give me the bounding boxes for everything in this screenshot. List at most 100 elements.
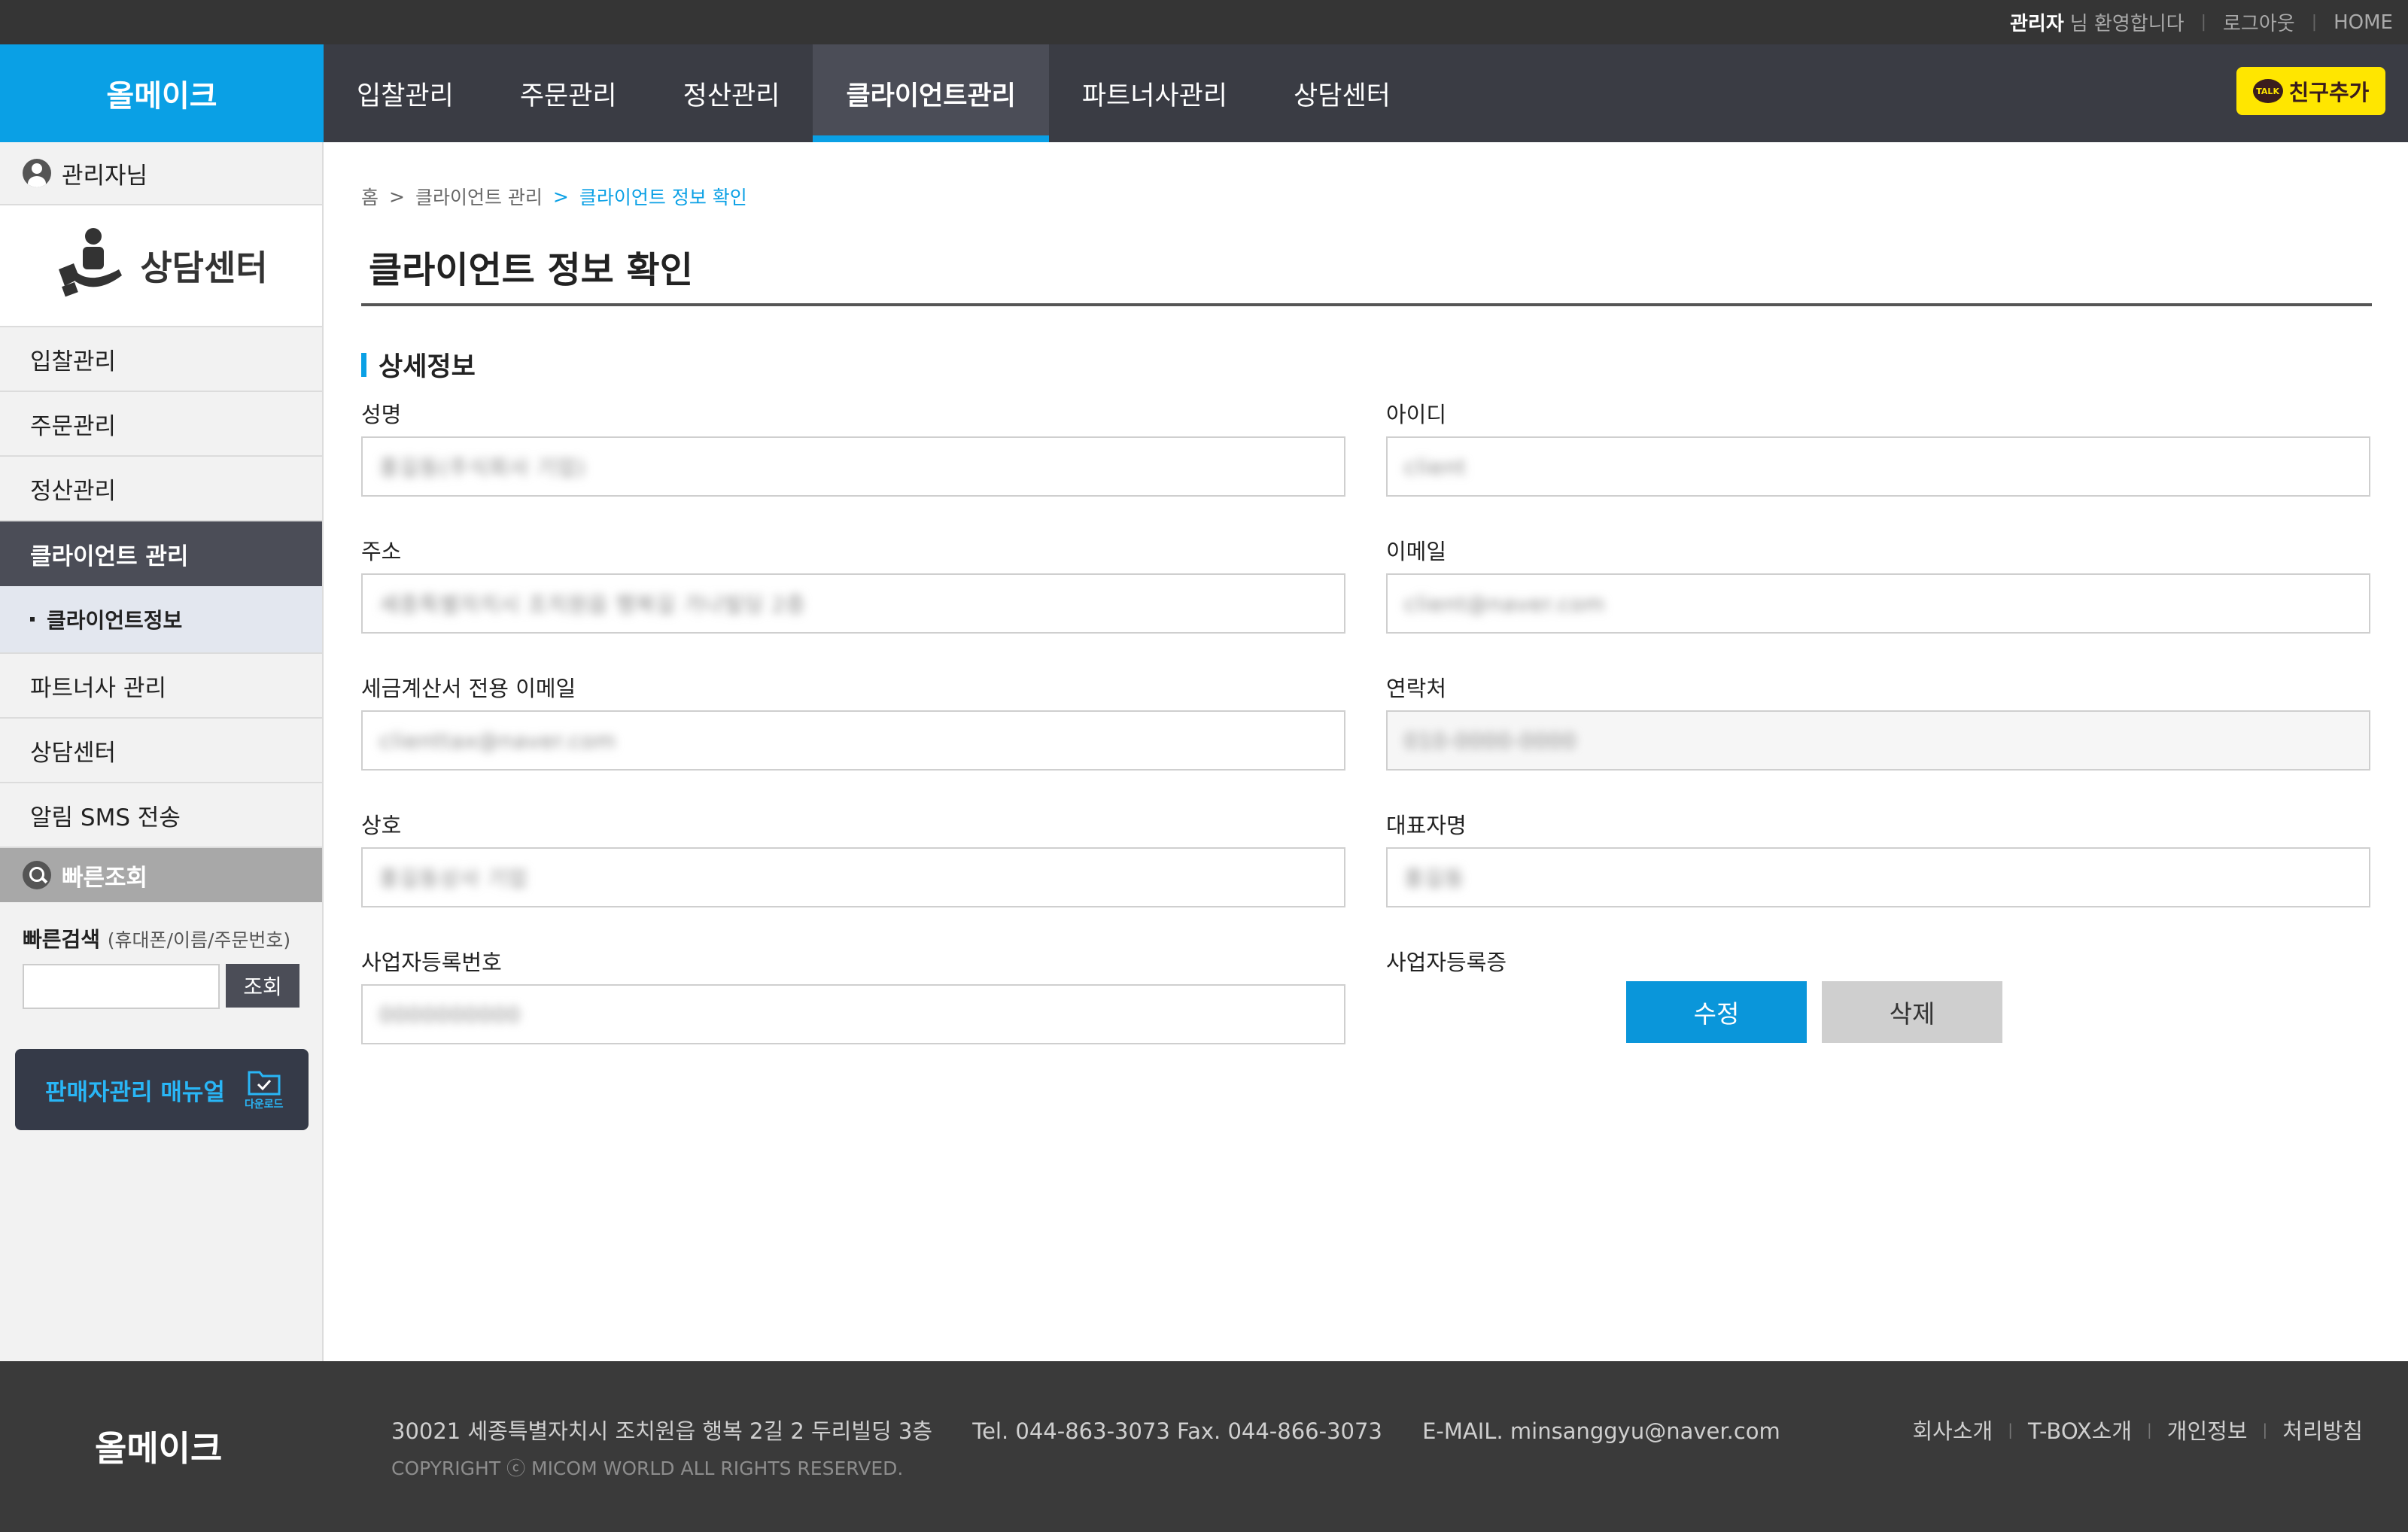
footer: 올메이크 30021 세종특별자치시 조치원읍 행복 2길 2 두리빌딩 3층 … [0, 1361, 2408, 1532]
address-field: 주소 세종특별자치시 조치원읍 행복길 가나빌딩 2층 [361, 534, 1345, 634]
address-value: 세종특별자치시 조치원읍 행복길 가나빌딩 2층 [379, 592, 806, 617]
section-title-text: 상세정보 [379, 352, 476, 382]
nav-bidding[interactable]: 입찰관리 [324, 44, 487, 142]
company-input[interactable]: 홍길동상사 기업 [361, 847, 1345, 907]
separator: | [2147, 1421, 2152, 1439]
phone-value: 010-0000-0000 [1404, 728, 1577, 753]
quick-search-panel: 빠른검색 (휴대폰/이름/주문번호) 조회 [0, 902, 322, 1032]
id-field: 아이디 client [1386, 397, 2370, 497]
nav-support[interactable]: 상담센터 [1260, 44, 1424, 142]
tax-email-value: clienttax@naver.com [379, 728, 616, 753]
sidebar-user: 관리자님 [0, 142, 322, 205]
nav-partners[interactable]: 파트너사관리 [1049, 44, 1260, 142]
search-icon [23, 861, 51, 889]
bizno-input[interactable]: 0000000000 [361, 984, 1345, 1044]
footer-logo: 올메이크 [95, 1428, 223, 1469]
footer-address: 30021 세종특별자치시 조치원읍 행복 2길 2 두리빌딩 3층 [391, 1418, 933, 1444]
support-person-icon [54, 226, 126, 306]
company-value: 홍길동상사 기업 [379, 866, 528, 891]
greeting-text: 님 환영합니다 [2069, 13, 2185, 35]
nav-clients[interactable]: 클라이언트관리 [813, 44, 1050, 142]
footer-link-privacy[interactable]: 개인정보 [2167, 1414, 2248, 1445]
id-input[interactable]: client [1386, 436, 2370, 497]
action-buttons: 수정 삭제 [1626, 981, 2002, 1043]
kakao-label: 친구추가 [2288, 80, 2370, 105]
bizno-field: 사업자등록번호 0000000000 [361, 945, 1345, 1044]
edit-button[interactable]: 수정 [1626, 981, 1807, 1043]
separator: | [2008, 1421, 2013, 1439]
bullet-icon [30, 617, 35, 622]
kakao-talk-icon: TALK [2252, 79, 2283, 103]
separator: | [2200, 13, 2206, 32]
name-input[interactable]: 홍길동(주식회사 기업) [361, 436, 1345, 497]
name-field: 성명 홍길동(주식회사 기업) [361, 397, 1345, 497]
address-label: 주소 [361, 539, 402, 564]
footer-copyright: COPYRIGHT ⓒ MICOM WORLD ALL RIGHTS RESER… [391, 1458, 904, 1479]
sidebar-title: 상담센터 [0, 205, 322, 327]
sidebar-item-clients[interactable]: 클라이언트 관리 [0, 521, 322, 586]
address-input[interactable]: 세종특별자치시 조치원읍 행복길 가나빌딩 2층 [361, 573, 1345, 634]
name-label: 성명 [361, 402, 402, 427]
sidebar-title-text: 상담센터 [140, 248, 268, 288]
email-input[interactable]: client@naver.com [1386, 573, 2370, 634]
quick-search-row: 조회 [23, 964, 299, 1009]
quick-lookup-header: 빠른조회 [0, 848, 322, 902]
ceo-label: 대표자명 [1386, 813, 1467, 838]
home-link[interactable]: HOME [2334, 11, 2393, 34]
phone-field: 연락처 010-0000-0000 [1386, 671, 2370, 771]
sidebar-subitem-client-info[interactable]: 클라이언트정보 [0, 586, 322, 654]
sidebar-item-bidding[interactable]: 입찰관리 [0, 327, 322, 392]
logo[interactable]: 올메이크 [0, 44, 324, 142]
breadcrumb-clients[interactable]: 클라이언트 관리 [415, 183, 543, 210]
footer-link-company[interactable]: 회사소개 [1912, 1414, 1993, 1445]
manual-download-button[interactable]: 판매자관리 매뉴얼 다운로드 [15, 1049, 309, 1130]
footer-info: 30021 세종특별자치시 조치원읍 행복 2길 2 두리빌딩 3층 Tel. … [391, 1414, 1814, 1445]
ceo-input[interactable]: 홍길동 [1386, 847, 2370, 907]
tax-email-input[interactable]: clienttax@naver.com [361, 710, 1345, 771]
utility-links: 관리자 님 환영합니다 | 로그아웃 | HOME [2010, 0, 2393, 44]
separator: | [2311, 13, 2318, 32]
phone-label: 연락처 [1386, 676, 1447, 701]
main-nav: 입찰관리 주문관리 정산관리 클라이언트관리 파트너사관리 상담센터 [324, 44, 1424, 142]
email-label: 이메일 [1386, 539, 1447, 564]
ceo-value: 홍길동 [1404, 866, 1465, 891]
sidebar-subitem-label: 클라이언트정보 [47, 608, 183, 633]
delete-button[interactable]: 삭제 [1822, 981, 2002, 1043]
header: 올메이크 입찰관리 주문관리 정산관리 클라이언트관리 파트너사관리 상담센터 … [0, 44, 2408, 142]
download-folder-icon: 다운로드 [245, 1068, 283, 1111]
breadcrumb-home[interactable]: 홈 [361, 183, 379, 210]
sidebar-menu: 입찰관리 주문관리 정산관리 클라이언트 관리 클라이언트정보 파트너사 관리 … [0, 327, 322, 848]
sidebar-item-settlement[interactable]: 정산관리 [0, 457, 322, 521]
footer-links: 회사소개 | T-BOX소개 | 개인정보 | 처리방침 [1912, 1414, 2363, 1445]
breadcrumb-separator: > [552, 185, 569, 208]
id-label: 아이디 [1386, 402, 1447, 427]
footer-link-tbox[interactable]: T-BOX소개 [2028, 1414, 2132, 1445]
footer-email: E-MAIL. minsanggyu@naver.com [1422, 1418, 1780, 1444]
phone-input[interactable]: 010-0000-0000 [1386, 710, 2370, 771]
sidebar-item-partners[interactable]: 파트너사 관리 [0, 654, 322, 719]
nav-settlement[interactable]: 정산관리 [650, 44, 813, 142]
bizcert-field: 사업자등록증 [1386, 945, 2370, 984]
detail-form: 성명 홍길동(주식회사 기업) 아이디 client 주소 세종특별자치시 조치… [361, 397, 2372, 1075]
bizcert-label: 사업자등록증 [1386, 950, 1507, 975]
quick-search-hint: (휴대폰/이름/주문번호) [107, 929, 291, 951]
logout-link[interactable]: 로그아웃 [2223, 8, 2295, 36]
breadcrumb-separator: > [389, 185, 405, 208]
quick-search-label: 빠른검색 (휴대폰/이름/주문번호) [23, 923, 299, 953]
company-label: 상호 [361, 813, 402, 838]
company-field: 상호 홍길동상사 기업 [361, 808, 1345, 907]
nav-orders[interactable]: 주문관리 [487, 44, 650, 142]
email-field: 이메일 client@naver.com [1386, 534, 2370, 634]
kakao-add-friend-button[interactable]: TALK 친구추가 [2236, 67, 2385, 115]
sidebar-item-support[interactable]: 상담센터 [0, 719, 322, 783]
sidebar-item-sms[interactable]: 알림 SMS 전송 [0, 783, 322, 848]
quick-search-label-text: 빠른검색 [23, 927, 101, 952]
ceo-field: 대표자명 홍길동 [1386, 808, 2370, 907]
footer-link-policy[interactable]: 처리방침 [2282, 1414, 2363, 1445]
name-value: 홍길동(주식회사 기업) [379, 455, 586, 480]
sidebar-user-label: 관리자님 [62, 162, 148, 190]
quick-search-input[interactable] [23, 964, 220, 1009]
quick-search-button[interactable]: 조회 [226, 964, 299, 1008]
sidebar-item-orders[interactable]: 주문관리 [0, 392, 322, 457]
tax-email-label: 세금계산서 전용 이메일 [361, 676, 576, 701]
